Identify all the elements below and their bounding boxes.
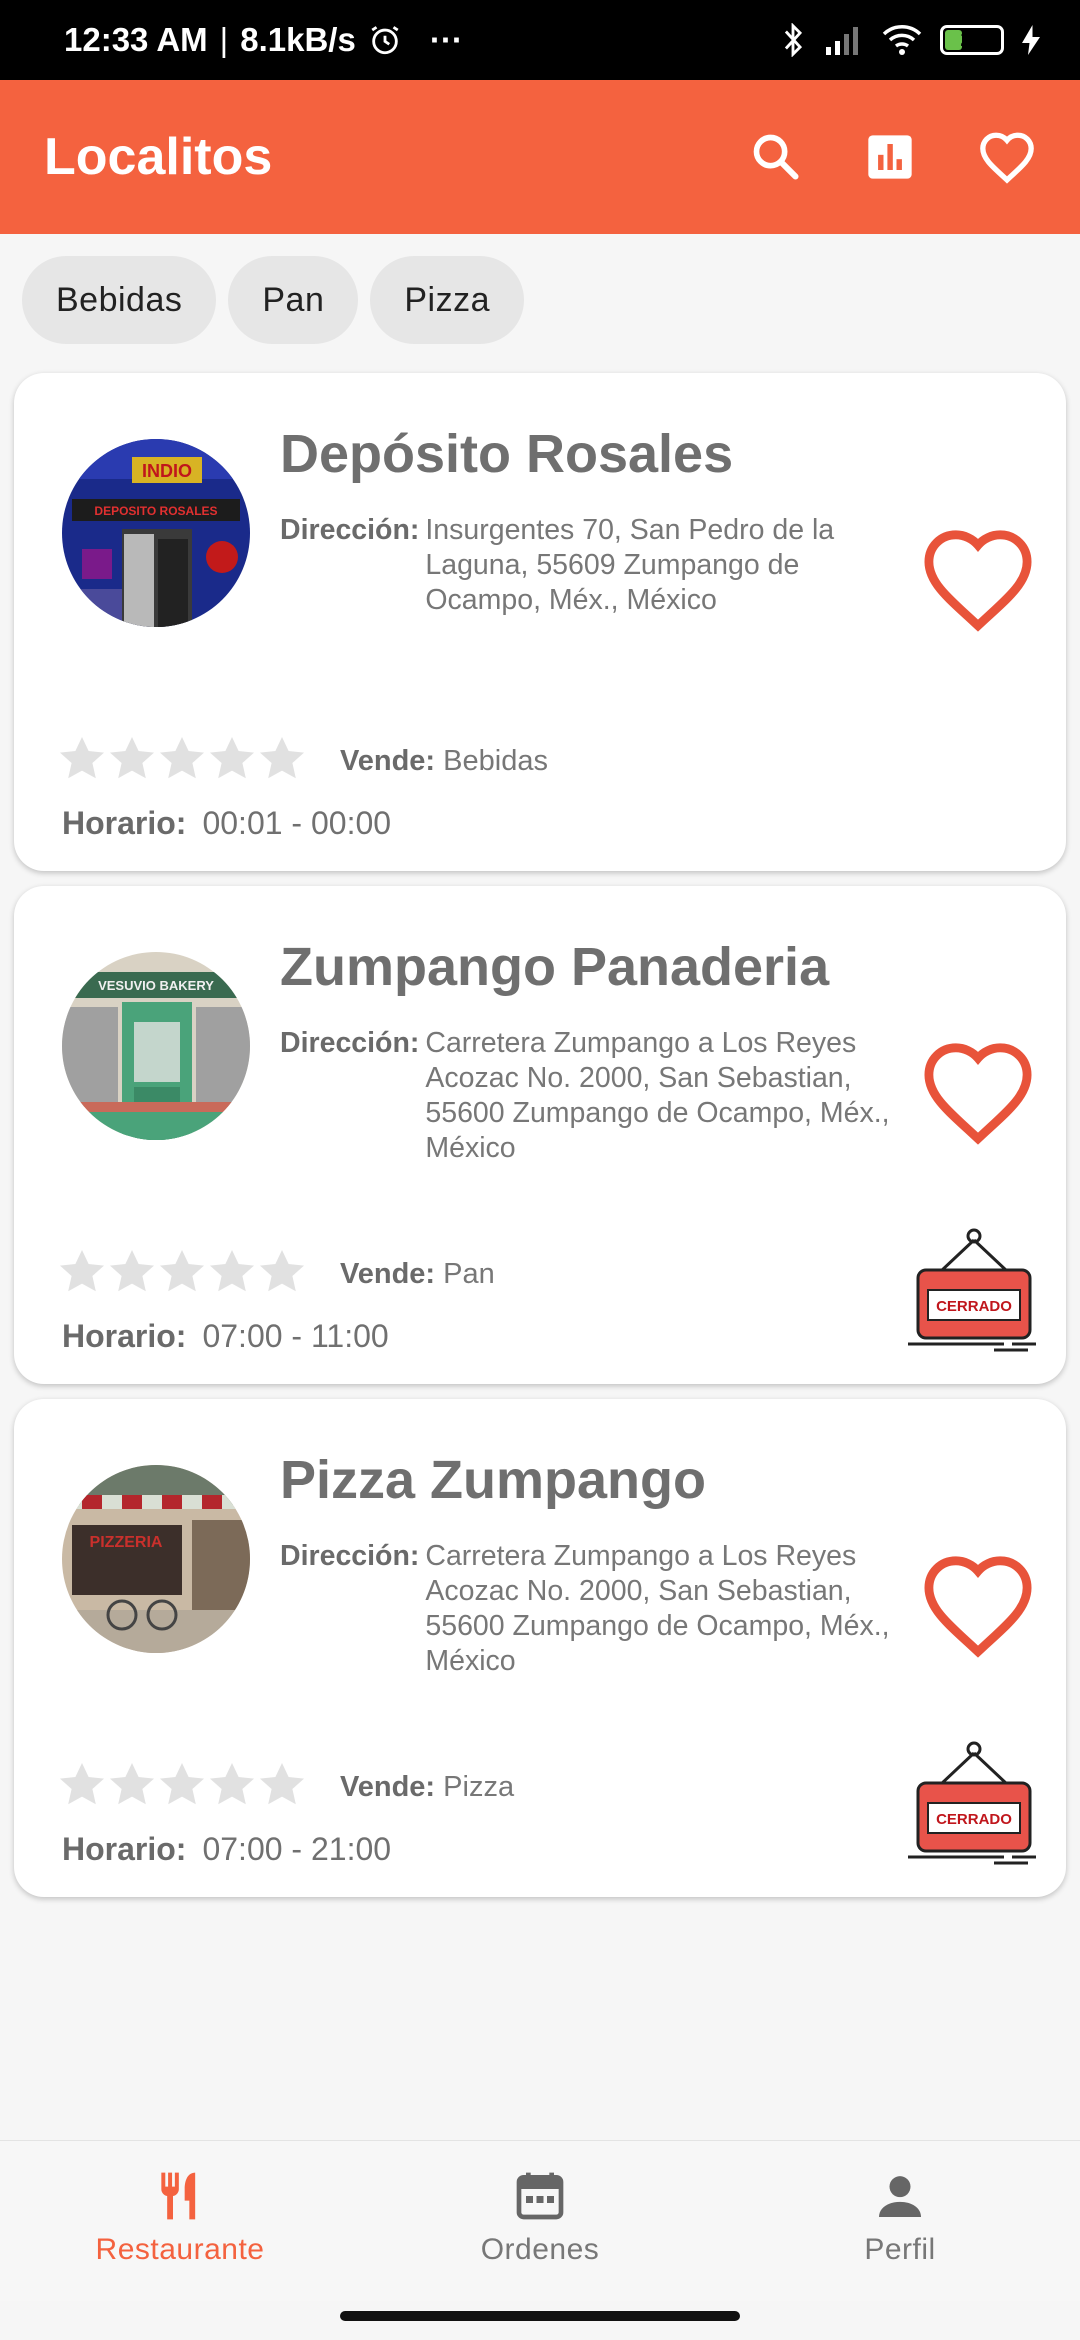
store-photo: INDIO DEPOSITO ROSALES: [62, 439, 250, 627]
star-icon: [210, 737, 254, 779]
store-name: Pizza Zumpango: [280, 1450, 707, 1510]
store-card[interactable]: INDIO DEPOSITO ROSALES Depósito Rosales …: [14, 373, 1066, 871]
chip-pizza[interactable]: Pizza: [370, 256, 525, 344]
svg-text:PIZZERIA: PIZZERIA: [90, 1534, 163, 1551]
store-name: Zumpango Panaderia: [280, 937, 830, 997]
rating-stars[interactable]: [58, 1248, 306, 1294]
store-hours: Horario: 07:00 - 11:00: [62, 1318, 389, 1354]
status-time: 12:33 AM: [64, 21, 208, 58]
chip-pan[interactable]: Pan: [228, 256, 359, 344]
star-icon: [160, 737, 204, 779]
closed-sign-icon: CERRADO: [908, 1228, 1036, 1352]
svg-text:VESUVIO BAKERY: VESUVIO BAKERY: [98, 978, 214, 993]
bluetooth-icon: [784, 23, 803, 57]
star-icon: [260, 737, 304, 779]
store-card[interactable]: VESUVIO BAKERY Zumpango Panaderia Direcc…: [14, 886, 1066, 1384]
rating-stars[interactable]: [58, 735, 306, 781]
nav-perfil[interactable]: Perfil: [720, 2141, 1080, 2301]
signal-icon: [826, 27, 858, 55]
favorite-heart-icon[interactable]: [918, 1551, 1038, 1659]
home-indicator[interactable]: [340, 2311, 740, 2321]
store-sells: Vende: Bebidas: [340, 745, 548, 777]
wifi-icon: [882, 25, 922, 55]
closed-sign-icon: CERRADO: [908, 1741, 1036, 1865]
store-photo: PIZZERIA: [62, 1465, 250, 1653]
search-icon[interactable]: [750, 131, 802, 183]
star-icon: [110, 1763, 154, 1805]
person-icon: [879, 2176, 921, 2217]
store-hours: Horario: 07:00 - 21:00: [62, 1831, 392, 1867]
charging-icon: [1022, 25, 1040, 55]
store-address: Dirección: Insurgentes 70, San Pedro de …: [280, 514, 835, 616]
star-icon: [60, 1763, 104, 1805]
star-icon: [110, 737, 154, 779]
star-icon: [210, 1250, 254, 1292]
alarm-icon: [371, 26, 399, 55]
favorite-heart-icon[interactable]: [918, 1038, 1038, 1146]
store-address: Dirección: Carretera Zumpango a Los Reye…: [280, 1540, 890, 1677]
store-hours: Horario: 00:01 - 00:00: [62, 805, 392, 841]
store-address: Dirección: Carretera Zumpango a Los Reye…: [280, 1027, 890, 1164]
app-title: Localitos: [44, 128, 273, 186]
store-card[interactable]: PIZZERIA Pizza Zumpango Dirección: Carre…: [14, 1399, 1066, 1897]
category-chips: Bebidas Pan Pizza: [22, 256, 525, 344]
store-photo: VESUVIO BAKERY: [62, 952, 250, 1140]
favorites-icon[interactable]: [978, 130, 1036, 184]
star-icon: [160, 1250, 204, 1292]
more-notifications: ···: [429, 21, 463, 58]
star-icon: [60, 737, 104, 779]
restaurant-icon: [161, 2172, 196, 2220]
status-bar: 12:33 AM | 8.1kB/s ··· 29: [0, 0, 1080, 80]
svg-text:INDIO: INDIO: [142, 461, 192, 481]
battery-indicator: 29: [940, 25, 1004, 55]
star-icon: [210, 1763, 254, 1805]
svg-text:CERRADO: CERRADO: [936, 1811, 1012, 1828]
store-sells: Vende: Pan: [340, 1258, 495, 1290]
network-speed: 8.1kB/s: [240, 21, 356, 58]
nav-restaurante[interactable]: Restaurante: [0, 2141, 360, 2301]
nav-ordenes[interactable]: Ordenes: [360, 2141, 720, 2301]
store-name: Depósito Rosales: [280, 424, 734, 484]
chip-bebidas[interactable]: Bebidas: [22, 256, 217, 344]
star-icon: [160, 1763, 204, 1805]
star-icon: [260, 1763, 304, 1805]
svg-text:CERRADO: CERRADO: [936, 1298, 1012, 1315]
svg-text:DEPOSITO ROSALES: DEPOSITO ROSALES: [94, 504, 217, 518]
store-sells: Vende: Pizza: [340, 1771, 515, 1803]
star-icon: [110, 1250, 154, 1292]
app-bar: Localitos: [0, 80, 1080, 234]
star-icon: [60, 1250, 104, 1292]
calendar-icon: [516, 2172, 564, 2220]
bar-chart-icon[interactable]: [864, 131, 916, 183]
favorite-heart-icon[interactable]: [918, 525, 1038, 633]
star-icon: [260, 1250, 304, 1292]
rating-stars[interactable]: [58, 1761, 306, 1807]
bottom-navigation: Restaurante Ordenes Perfil: [0, 2140, 1080, 2301]
